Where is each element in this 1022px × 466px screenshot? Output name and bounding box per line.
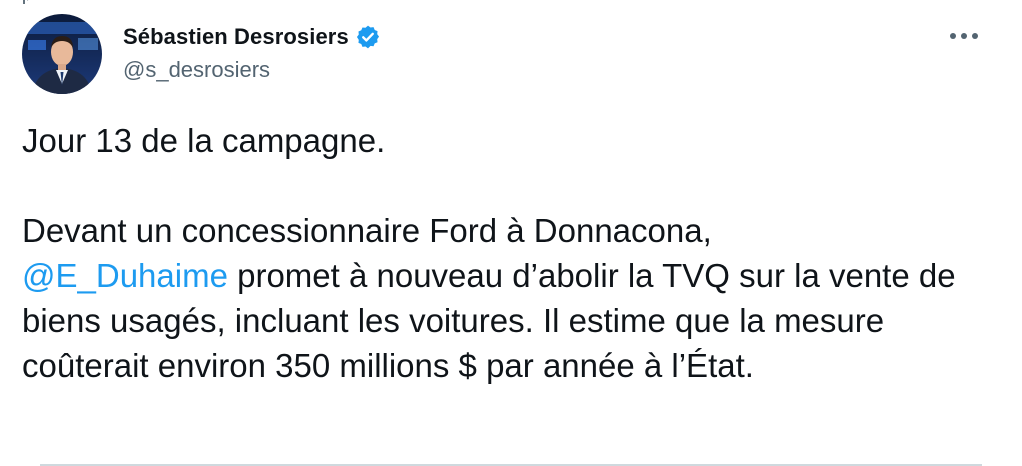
verified-badge-icon [356,25,379,49]
more-options-button[interactable] [946,24,982,48]
retweet-icon [23,0,29,4]
tweet-paragraph-1: Jour 13 de la campagne. [22,122,386,159]
social-context-row [22,0,362,4]
author-display-name[interactable]: Sébastien Desrosiers [123,24,349,50]
tweet-paragraph-2: @E_Duhaime promet à nouveau d’abolir la … [22,253,997,388]
author-name-row: Sébastien Desrosiers [123,24,381,50]
author-handle[interactable]: @s_desrosiers [123,57,270,83]
avatar[interactable] [22,14,102,94]
tweet-paragraph-2-lead: Devant un concessionnaire Ford à Donnaco… [22,212,712,249]
tweet-text: Jour 13 de la campagne. Devant un conces… [22,118,997,388]
tweet-card: Sébastien Desrosiers @s_desrosiers Jour … [0,0,1022,466]
more-horizontal-icon [950,33,978,39]
mention-link[interactable]: @E_Duhaime [22,257,228,294]
